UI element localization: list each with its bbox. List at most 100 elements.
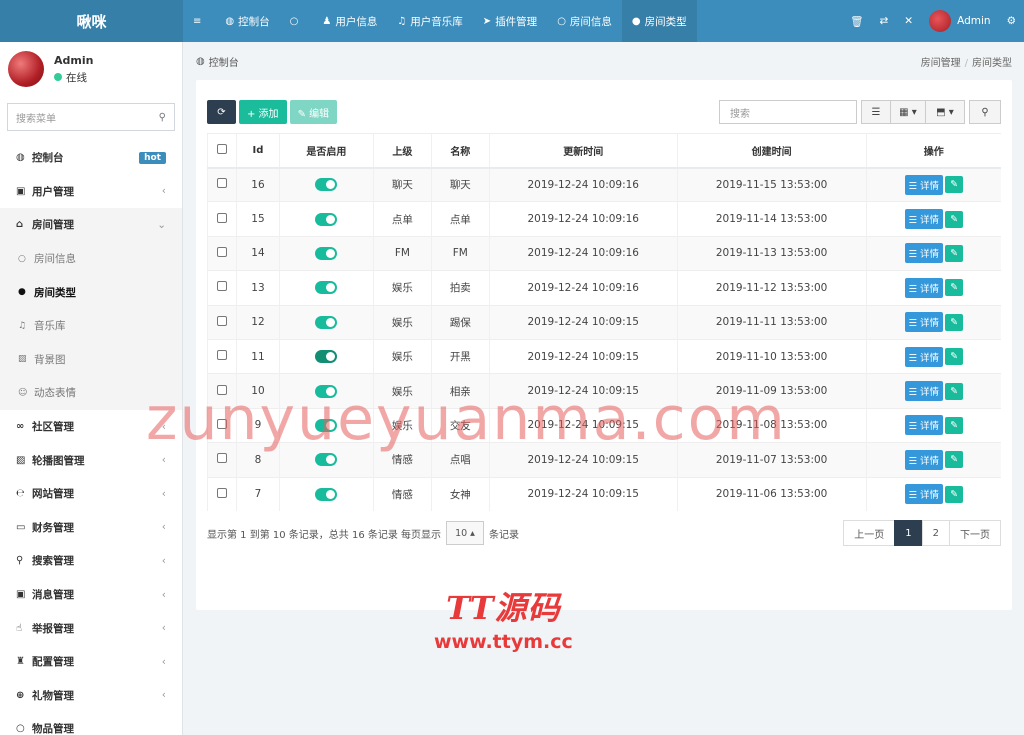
- row-checkbox[interactable]: [207, 407, 237, 443]
- detail-button[interactable]: ☰ 详情: [904, 277, 944, 298]
- select-all-checkbox[interactable]: [207, 133, 237, 169]
- enabled-toggle[interactable]: [315, 350, 338, 364]
- sidebar-item-10[interactable]: ℮ 网站管理 ‹: [0, 477, 182, 511]
- sidebar-item-14[interactable]: ☝ 举报管理 ‹: [0, 611, 182, 645]
- nav-tab-5[interactable]: ➤ 插件管理: [473, 0, 547, 42]
- row-checkbox[interactable]: [207, 373, 237, 409]
- prev-page-button[interactable]: 上一页: [843, 520, 896, 546]
- sidebar-item-9[interactable]: ▨ 轮播图管理 ‹: [0, 443, 182, 477]
- toggle-view-button[interactable]: ☰: [861, 100, 891, 124]
- nav-tab-6[interactable]: ○ 房间信息: [547, 0, 622, 42]
- table-row[interactable]: 11 娱乐 开黑 2019-12-24 10:09:15 2019-11-10 13:5…: [207, 338, 1001, 374]
- user-menu[interactable]: Admin: [921, 0, 998, 42]
- edit-row-button[interactable]: ✎: [945, 176, 964, 194]
- sidebar-item-8[interactable]: ∞ 社区管理 ‹: [0, 410, 182, 444]
- row-checkbox[interactable]: [207, 166, 237, 202]
- page-size-dropdown[interactable]: 10 ▴: [446, 521, 484, 545]
- menu-search-input[interactable]: 搜索菜单 ⚲: [7, 103, 175, 131]
- edit-row-button[interactable]: ✎: [945, 279, 964, 297]
- columns-dropdown-button[interactable]: ▦ ▾: [890, 100, 926, 124]
- edit-row-button[interactable]: ✎: [945, 244, 964, 262]
- enabled-toggle[interactable]: [315, 315, 338, 329]
- page-1-button[interactable]: 1: [894, 520, 923, 546]
- enabled-toggle[interactable]: [315, 178, 338, 192]
- table-row[interactable]: 16 聊天 聊天 2019-12-24 10:09:16 2019-11-15 13:5…: [207, 166, 1001, 202]
- sidebar-item-13[interactable]: ▣ 消息管理 ‹: [0, 578, 182, 612]
- edit-button[interactable]: ✎ 编辑: [289, 100, 338, 124]
- table-row[interactable]: 13 娱乐 拍卖 2019-12-24 10:09:16 2019-11-12 13:5…: [207, 270, 1001, 306]
- table-row[interactable]: 15 点单 点单 2019-12-24 10:09:16 2019-11-14 13:5…: [207, 201, 1001, 237]
- column-header-updated[interactable]: 更新时间: [488, 133, 678, 169]
- fullscreen-icon[interactable]: ✕: [896, 0, 921, 42]
- table-row[interactable]: 12 娱乐 踢保 2019-12-24 10:09:15 2019-11-11 13:5…: [207, 304, 1001, 340]
- export-dropdown-button[interactable]: ⬒ ▾: [925, 100, 965, 124]
- nav-tab-7[interactable]: ● 房间类型: [621, 0, 697, 42]
- row-checkbox[interactable]: [207, 442, 237, 478]
- settings-gear-icon[interactable]: ⚙: [999, 0, 1024, 42]
- add-button[interactable]: + 添加: [239, 100, 287, 124]
- app-brand[interactable]: 啾咪: [0, 0, 183, 42]
- table-row[interactable]: 10 娱乐 相亲 2019-12-24 10:09:15 2019-11-09 13:5…: [207, 373, 1001, 409]
- sidebar-item-17[interactable]: ○ 物品管理: [0, 712, 182, 735]
- detail-button[interactable]: ☰ 详情: [904, 209, 944, 230]
- sidebar-item-15[interactable]: ♜ 配置管理 ‹: [0, 645, 182, 679]
- detail-button[interactable]: ☰ 详情: [904, 381, 944, 402]
- enabled-toggle[interactable]: [315, 487, 338, 501]
- nav-tab-0[interactable]: ≡: [183, 0, 215, 42]
- enabled-toggle[interactable]: [315, 384, 338, 398]
- sidebar-item-7[interactable]: ☺ 动态表情: [0, 376, 182, 410]
- column-header-name[interactable]: 名称: [430, 133, 490, 169]
- detail-button[interactable]: ☰ 详情: [904, 174, 944, 195]
- sidebar-item-12[interactable]: ⚲ 搜索管理 ‹: [0, 544, 182, 578]
- column-header-id[interactable]: Id: [235, 133, 280, 169]
- detail-button[interactable]: ☰ 详情: [904, 449, 944, 470]
- breadcrumb-home[interactable]: 控制台: [209, 54, 239, 69]
- edit-row-button[interactable]: ✎: [945, 451, 964, 469]
- page-2-button[interactable]: 2: [921, 520, 950, 546]
- enabled-toggle[interactable]: [315, 246, 338, 260]
- row-checkbox[interactable]: [207, 338, 237, 374]
- edit-row-button[interactable]: ✎: [945, 416, 964, 434]
- table-row[interactable]: 14 FM FM 2019-12-24 10:09:16 2019-11-13 13:5…: [207, 235, 1001, 271]
- nav-tab-3[interactable]: ♟ 用户信息: [312, 0, 387, 42]
- advanced-search-button[interactable]: ⚲: [969, 100, 1001, 124]
- sidebar-item-11[interactable]: ▭ 财务管理 ‹: [0, 511, 182, 545]
- breadcrumb-room-management[interactable]: 房间管理: [921, 58, 961, 69]
- nav-tab-2[interactable]: ○: [280, 0, 313, 42]
- sidebar-item-4[interactable]: ● 房间类型: [0, 275, 182, 309]
- next-page-button[interactable]: 下一页: [949, 520, 1001, 546]
- table-search-input[interactable]: 搜索: [719, 100, 857, 124]
- detail-button[interactable]: ☰ 详情: [904, 243, 944, 264]
- refresh-button[interactable]: ⟳: [207, 100, 236, 124]
- sidebar-item-1[interactable]: ▣ 用户管理 ‹: [0, 175, 182, 209]
- nav-tab-1[interactable]: ◍ 控制台: [215, 0, 279, 42]
- detail-button[interactable]: ☰ 详情: [904, 484, 944, 505]
- edit-row-button[interactable]: ✎: [945, 313, 964, 331]
- language-switch-icon[interactable]: ⇄: [871, 0, 896, 42]
- detail-button[interactable]: ☰ 详情: [904, 312, 944, 333]
- detail-button[interactable]: ☰ 详情: [904, 346, 944, 367]
- row-checkbox[interactable]: [207, 270, 237, 306]
- row-checkbox[interactable]: [207, 235, 237, 271]
- row-checkbox[interactable]: [207, 201, 237, 237]
- sidebar-item-3[interactable]: ○ 房间信息: [0, 241, 182, 276]
- column-header-enabled[interactable]: 是否启用: [278, 133, 374, 169]
- sidebar-item-16[interactable]: ⊕ 礼物管理 ‹: [0, 679, 182, 713]
- enabled-toggle[interactable]: [315, 212, 338, 226]
- enabled-toggle[interactable]: [315, 281, 338, 295]
- enabled-toggle[interactable]: [315, 453, 338, 467]
- column-header-parent[interactable]: 上级: [372, 133, 432, 169]
- sidebar-item-6[interactable]: ▨ 背景图: [0, 342, 182, 377]
- edit-row-button[interactable]: ✎: [945, 348, 964, 366]
- row-checkbox[interactable]: [207, 476, 237, 512]
- clear-cache-icon[interactable]: 🗑: [842, 0, 871, 42]
- table-row[interactable]: 8 情感 点唱 2019-12-24 10:09:15 2019-11-07 13:53…: [207, 442, 1001, 478]
- enabled-toggle[interactable]: [315, 418, 338, 432]
- table-row[interactable]: 7 情感 女神 2019-12-24 10:09:15 2019-11-06 13:53…: [207, 476, 1001, 512]
- row-checkbox[interactable]: [207, 304, 237, 340]
- edit-row-button[interactable]: ✎: [945, 485, 964, 503]
- detail-button[interactable]: ☰ 详情: [904, 415, 944, 436]
- sidebar-item-0[interactable]: ◍ 控制台 hot: [0, 141, 182, 175]
- column-header-created[interactable]: 创建时间: [676, 133, 867, 169]
- sidebar-item-5[interactable]: ♫ 音乐库: [0, 308, 182, 343]
